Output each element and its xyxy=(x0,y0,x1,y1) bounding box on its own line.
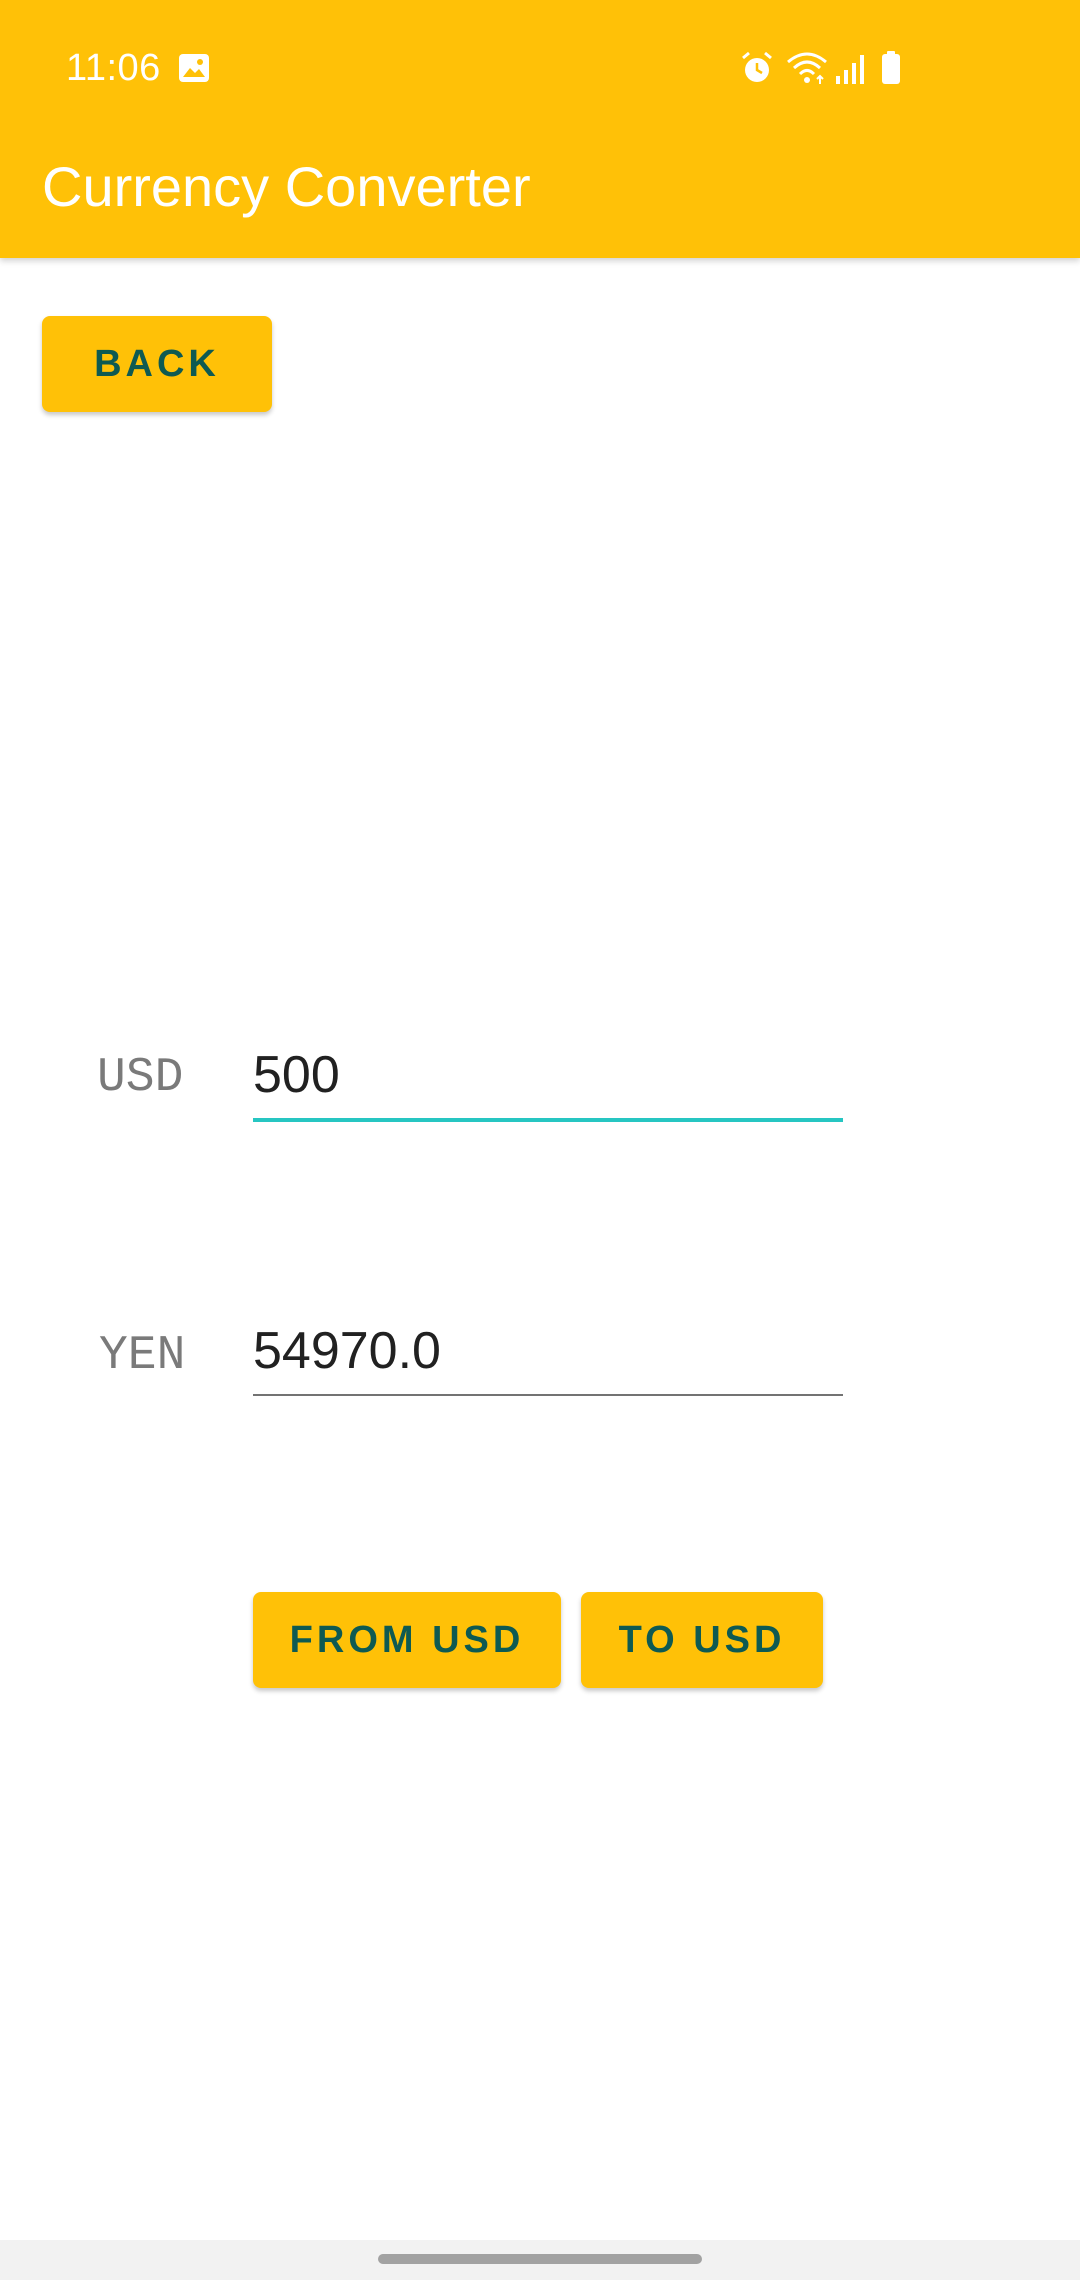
app-title: Currency Converter xyxy=(42,155,531,218)
battery-icon xyxy=(882,51,900,84)
usd-amount-value: 500 xyxy=(253,1046,340,1104)
usd-label: USD xyxy=(97,1051,184,1105)
alarm-icon xyxy=(742,51,772,82)
from-usd-button[interactable]: FROM USD xyxy=(253,1592,561,1688)
screen: 11:06 Currency Converter BACK USD 500 YE… xyxy=(0,0,1080,2280)
back-button[interactable]: BACK xyxy=(42,316,272,412)
navigation-bar xyxy=(0,2240,1080,2280)
usd-amount-input[interactable]: 500 xyxy=(253,1042,843,1122)
signal-icon xyxy=(836,55,864,84)
yen-amount-value: 54970.0 xyxy=(253,1322,441,1380)
to-usd-button[interactable]: TO USD xyxy=(581,1592,823,1688)
gallery-icon xyxy=(179,54,209,82)
yen-label: YEN xyxy=(99,1329,186,1383)
top-app-bar: 11:06 Currency Converter xyxy=(0,0,1080,258)
home-gesture-handle[interactable] xyxy=(378,2254,702,2264)
yen-amount-input[interactable]: 54970.0 xyxy=(253,1318,843,1396)
status-time: 11:06 xyxy=(66,47,161,89)
wifi-icon xyxy=(787,52,827,84)
